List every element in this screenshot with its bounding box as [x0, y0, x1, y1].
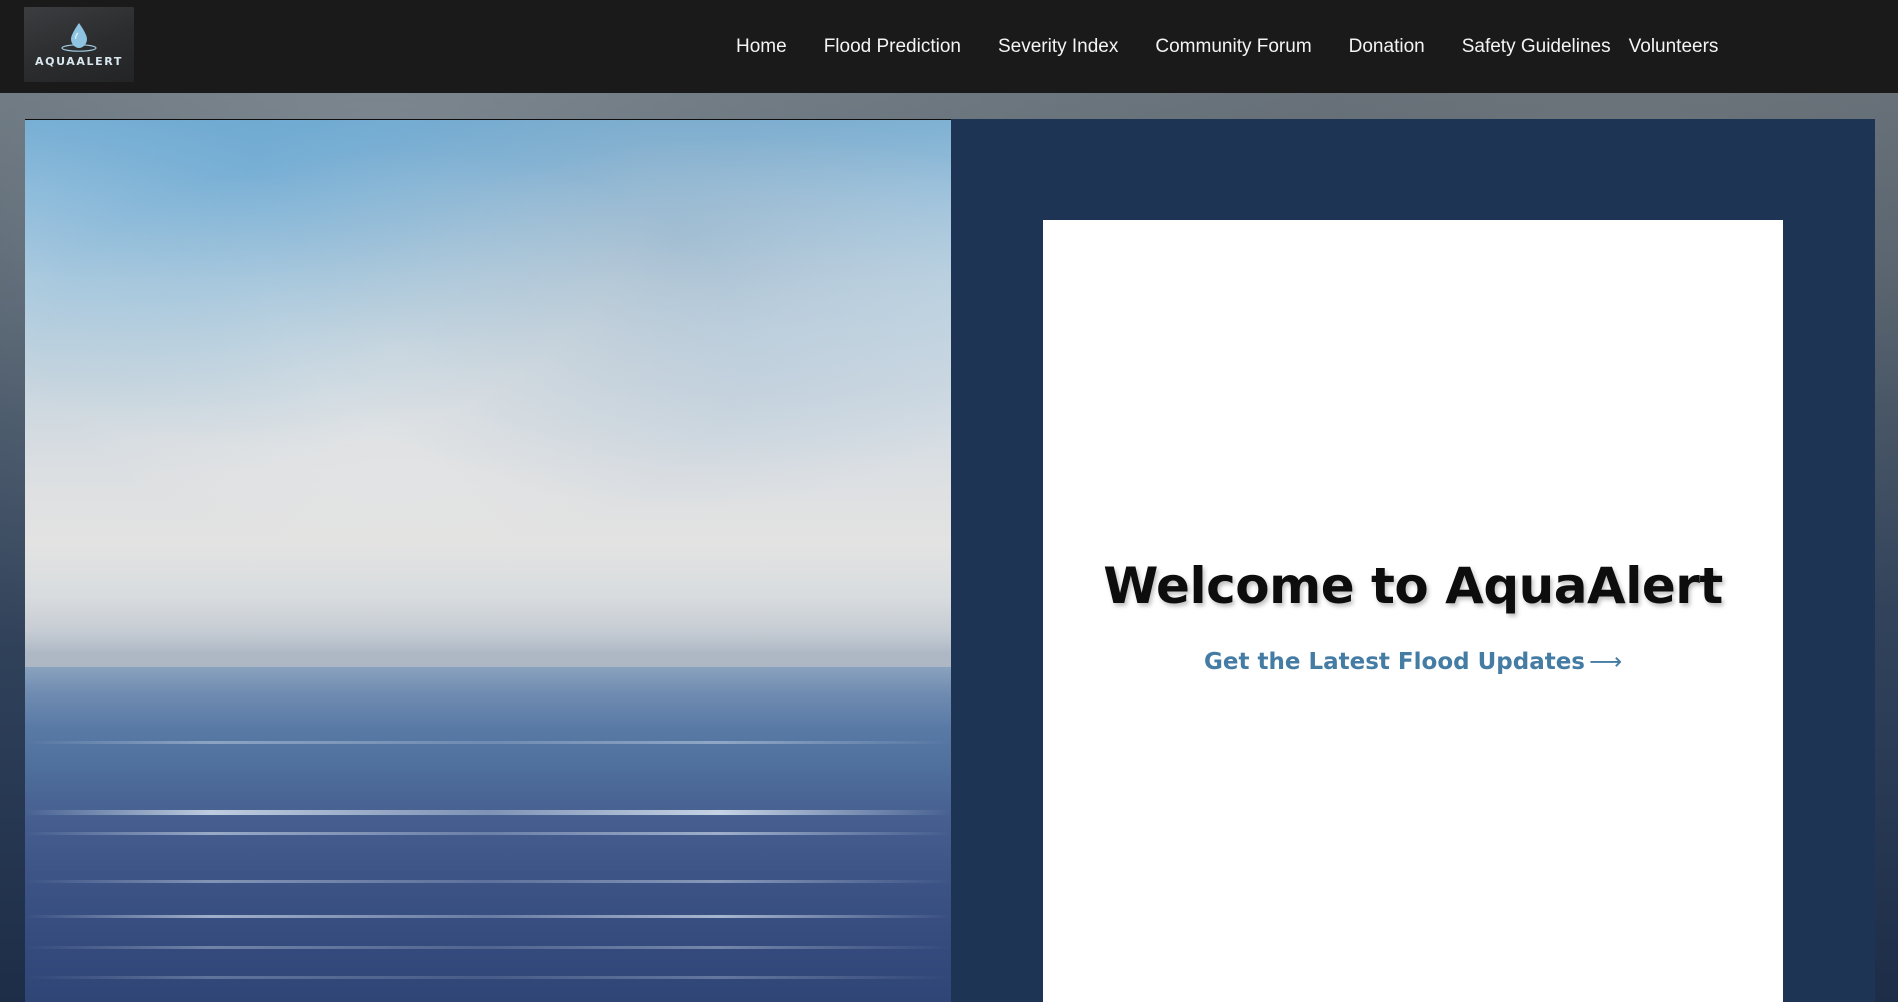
top-navigation-bar: AQUAALERT Home Flood Prediction Severity…: [0, 0, 1898, 93]
right-arrow-icon: ⟶: [1589, 649, 1622, 675]
nav-flood-prediction-link[interactable]: Flood Prediction: [824, 36, 961, 58]
nav-donation-link[interactable]: Donation: [1349, 36, 1425, 58]
logo-wordmark: AQUAALERT: [35, 55, 123, 68]
wave-crest: [25, 832, 951, 835]
wave-crest: [25, 976, 951, 979]
wave-crest: [25, 810, 951, 815]
hero-section: Welcome to AquaAlert Get the Latest Floo…: [25, 119, 1875, 1002]
sky-clouds: [25, 120, 951, 667]
water-drop-icon: [61, 23, 97, 52]
wave-crest: [25, 915, 951, 918]
nav-safety-guidelines-link[interactable]: Safety Guidelines: [1462, 36, 1611, 58]
nav-volunteers-link[interactable]: Volunteers: [1629, 36, 1719, 58]
welcome-heading: Welcome to AquaAlert: [1103, 557, 1723, 615]
welcome-panel: Welcome to AquaAlert Get the Latest Floo…: [951, 119, 1875, 1002]
wave-crest: [25, 741, 951, 744]
flood-updates-link[interactable]: Get the Latest Flood Updates ⟶: [1043, 649, 1783, 675]
nav-severity-index-link[interactable]: Severity Index: [998, 36, 1118, 58]
ocean-photo: [25, 119, 951, 1002]
site-logo[interactable]: AQUAALERT: [24, 7, 134, 82]
flood-updates-label: Get the Latest Flood Updates: [1204, 649, 1585, 675]
nav-community-forum-link[interactable]: Community Forum: [1155, 36, 1311, 58]
welcome-card: Welcome to AquaAlert Get the Latest Floo…: [1043, 220, 1783, 1002]
wave-crest: [25, 880, 951, 883]
wave-crest: [25, 946, 951, 949]
main-menu: Home Flood Prediction Severity Index Com…: [736, 0, 1718, 93]
nav-home-link[interactable]: Home: [736, 36, 787, 58]
